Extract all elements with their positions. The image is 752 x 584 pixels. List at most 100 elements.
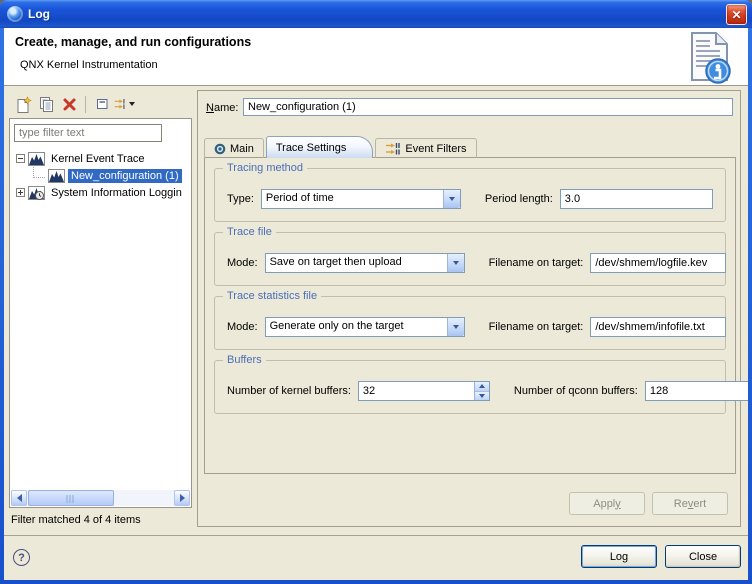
log-button[interactable]: Log [581, 545, 657, 568]
filename-on-target-label: Filename on target: [489, 321, 584, 333]
expand-expander-icon[interactable] [16, 188, 25, 197]
tree-item-new-configuration[interactable]: New_configuration (1) [10, 167, 191, 184]
event-filters-icon [385, 142, 401, 155]
spinner-up-icon [479, 384, 485, 388]
qconn-buffers-spinner[interactable] [645, 381, 748, 401]
chevron-down-icon [453, 325, 459, 329]
tab-bar: Main Trace Settings Event Filters [204, 136, 479, 158]
duplicate-configuration-button[interactable] [35, 93, 58, 115]
combo-dropdown-button[interactable] [447, 254, 464, 272]
spinner-buttons [474, 382, 489, 400]
chevron-down-icon [449, 197, 455, 201]
mode-label: Mode: [227, 257, 258, 269]
group-title: Buffers [223, 354, 266, 366]
configuration-detail-panel: Name: Main Trace Settings [197, 90, 741, 527]
apply-button-label: Appl [593, 498, 615, 510]
period-length-input[interactable] [560, 189, 713, 209]
filter-launch-configurations-icon [114, 96, 127, 112]
horizontal-scrollbar[interactable] [11, 490, 190, 506]
trace-settings-tab-content: Tracing method Type: Period of time Peri… [204, 157, 736, 474]
window-close-button[interactable]: ✕ [726, 4, 747, 25]
stats-file-mode-combo[interactable]: Generate only on the target [265, 317, 465, 337]
chevron-down-icon [453, 261, 459, 265]
document-info-icon [676, 30, 742, 85]
tab-trace-settings[interactable]: Trace Settings [266, 136, 374, 158]
dialog-buttons: Log Close [581, 545, 741, 568]
tree-item-kernel-event-trace[interactable]: Kernel Event Trace [10, 150, 191, 167]
kernel-buffers-input[interactable] [359, 382, 474, 400]
trace-statistics-row: Mode: Generate only on the target Filena… [215, 297, 725, 349]
filter-input[interactable] [14, 124, 162, 142]
trace-filename-input[interactable] [590, 253, 726, 273]
dialog-body: Create, manage, and run configurations Q… [4, 28, 748, 580]
filter-launch-configurations-button[interactable] [113, 93, 136, 115]
type-label: Type: [227, 193, 254, 205]
revert-button[interactable]: Revert [652, 492, 728, 515]
scrollbar-thumb[interactable] [28, 490, 114, 506]
configurations-toolbar [12, 92, 136, 116]
filter-match-status: Filter matched 4 of 4 items [11, 514, 141, 526]
trace-file-row: Mode: Save on target then upload Filenam… [215, 233, 725, 285]
combo-dropdown-button[interactable] [447, 318, 464, 336]
target-icon [214, 143, 226, 155]
tab-label: Trace Settings [276, 142, 347, 154]
configurations-tree-panel: Kernel Event Trace New_configuration (1) [9, 118, 192, 508]
collapse-all-button[interactable] [90, 93, 113, 115]
tracing-type-combo[interactable]: Period of time [261, 189, 461, 209]
qconn-buffers-input[interactable] [646, 382, 748, 400]
name-input[interactable] [243, 98, 733, 116]
tab-label: Event Filters [405, 143, 466, 155]
group-buffers: Buffers Number of kernel buffers: Number… [214, 360, 726, 414]
app-icon [7, 6, 23, 22]
tree-item-system-information-logging[interactable]: System Information Loggin [10, 184, 191, 201]
apply-button-mnemonic: y [615, 498, 621, 510]
delete-configuration-button[interactable] [58, 93, 81, 115]
apply-button[interactable]: Apply [569, 492, 645, 515]
kernel-buffers-label: Number of kernel buffers: [227, 385, 351, 397]
header-banner: Create, manage, and run configurations Q… [4, 28, 748, 86]
spinner-up-button[interactable] [475, 382, 489, 391]
combo-dropdown-button[interactable] [443, 190, 460, 208]
tree-item-label: System Information Loggin [48, 186, 185, 200]
system-info-icon [28, 186, 45, 200]
configurations-tree: Kernel Event Trace New_configuration (1) [10, 150, 191, 201]
close-dialog-button[interactable]: Close [665, 545, 741, 568]
tree-item-label: New_configuration (1) [68, 169, 182, 183]
filename-on-target-label: Filename on target: [489, 257, 584, 269]
duplicate-configuration-icon [38, 96, 55, 113]
combo-value: Save on target then upload [266, 254, 447, 272]
buffers-row: Number of kernel buffers: Number of qcon… [215, 361, 725, 413]
kernel-trace-icon [48, 169, 65, 183]
new-configuration-button[interactable] [12, 93, 35, 115]
revert-button-label: Re [674, 498, 688, 510]
period-length-label: Period length: [485, 193, 553, 205]
name-label-mnemonic: N [206, 102, 214, 114]
titlebar[interactable]: Log ✕ [0, 0, 752, 28]
combo-value: Generate only on the target [266, 318, 447, 336]
dropdown-caret-icon [129, 102, 135, 106]
combo-value: Period of time [262, 190, 443, 208]
collapse-expander-icon[interactable] [16, 154, 25, 163]
scroll-left-button[interactable] [11, 490, 27, 506]
scroll-right-button[interactable] [174, 490, 190, 506]
log-dialog-window: Log ✕ Create, manage, and run configurat… [0, 0, 752, 584]
new-configuration-icon [15, 96, 32, 113]
tab-event-filters[interactable]: Event Filters [375, 138, 476, 158]
tab-main[interactable]: Main [204, 138, 264, 158]
scrollbar-track[interactable] [27, 490, 174, 506]
revert-button-label-rest: ert [693, 498, 706, 510]
spinner-down-icon [479, 394, 485, 398]
help-icon: ? [18, 552, 25, 564]
trace-file-mode-combo[interactable]: Save on target then upload [265, 253, 465, 273]
group-title: Tracing method [223, 162, 307, 174]
close-icon: ✕ [731, 9, 741, 21]
delete-configuration-icon [62, 97, 77, 112]
spinner-down-button[interactable] [475, 391, 489, 401]
tracing-method-row: Type: Period of time Period length: [215, 169, 725, 221]
group-trace-statistics-file: Trace statistics file Mode: Generate onl… [214, 296, 726, 350]
mode-label: Mode: [227, 321, 258, 333]
dialog-button-bar: ? Log Close [4, 535, 748, 580]
help-button[interactable]: ? [13, 549, 30, 566]
stats-filename-input[interactable] [590, 317, 726, 337]
kernel-buffers-spinner[interactable] [358, 381, 490, 401]
